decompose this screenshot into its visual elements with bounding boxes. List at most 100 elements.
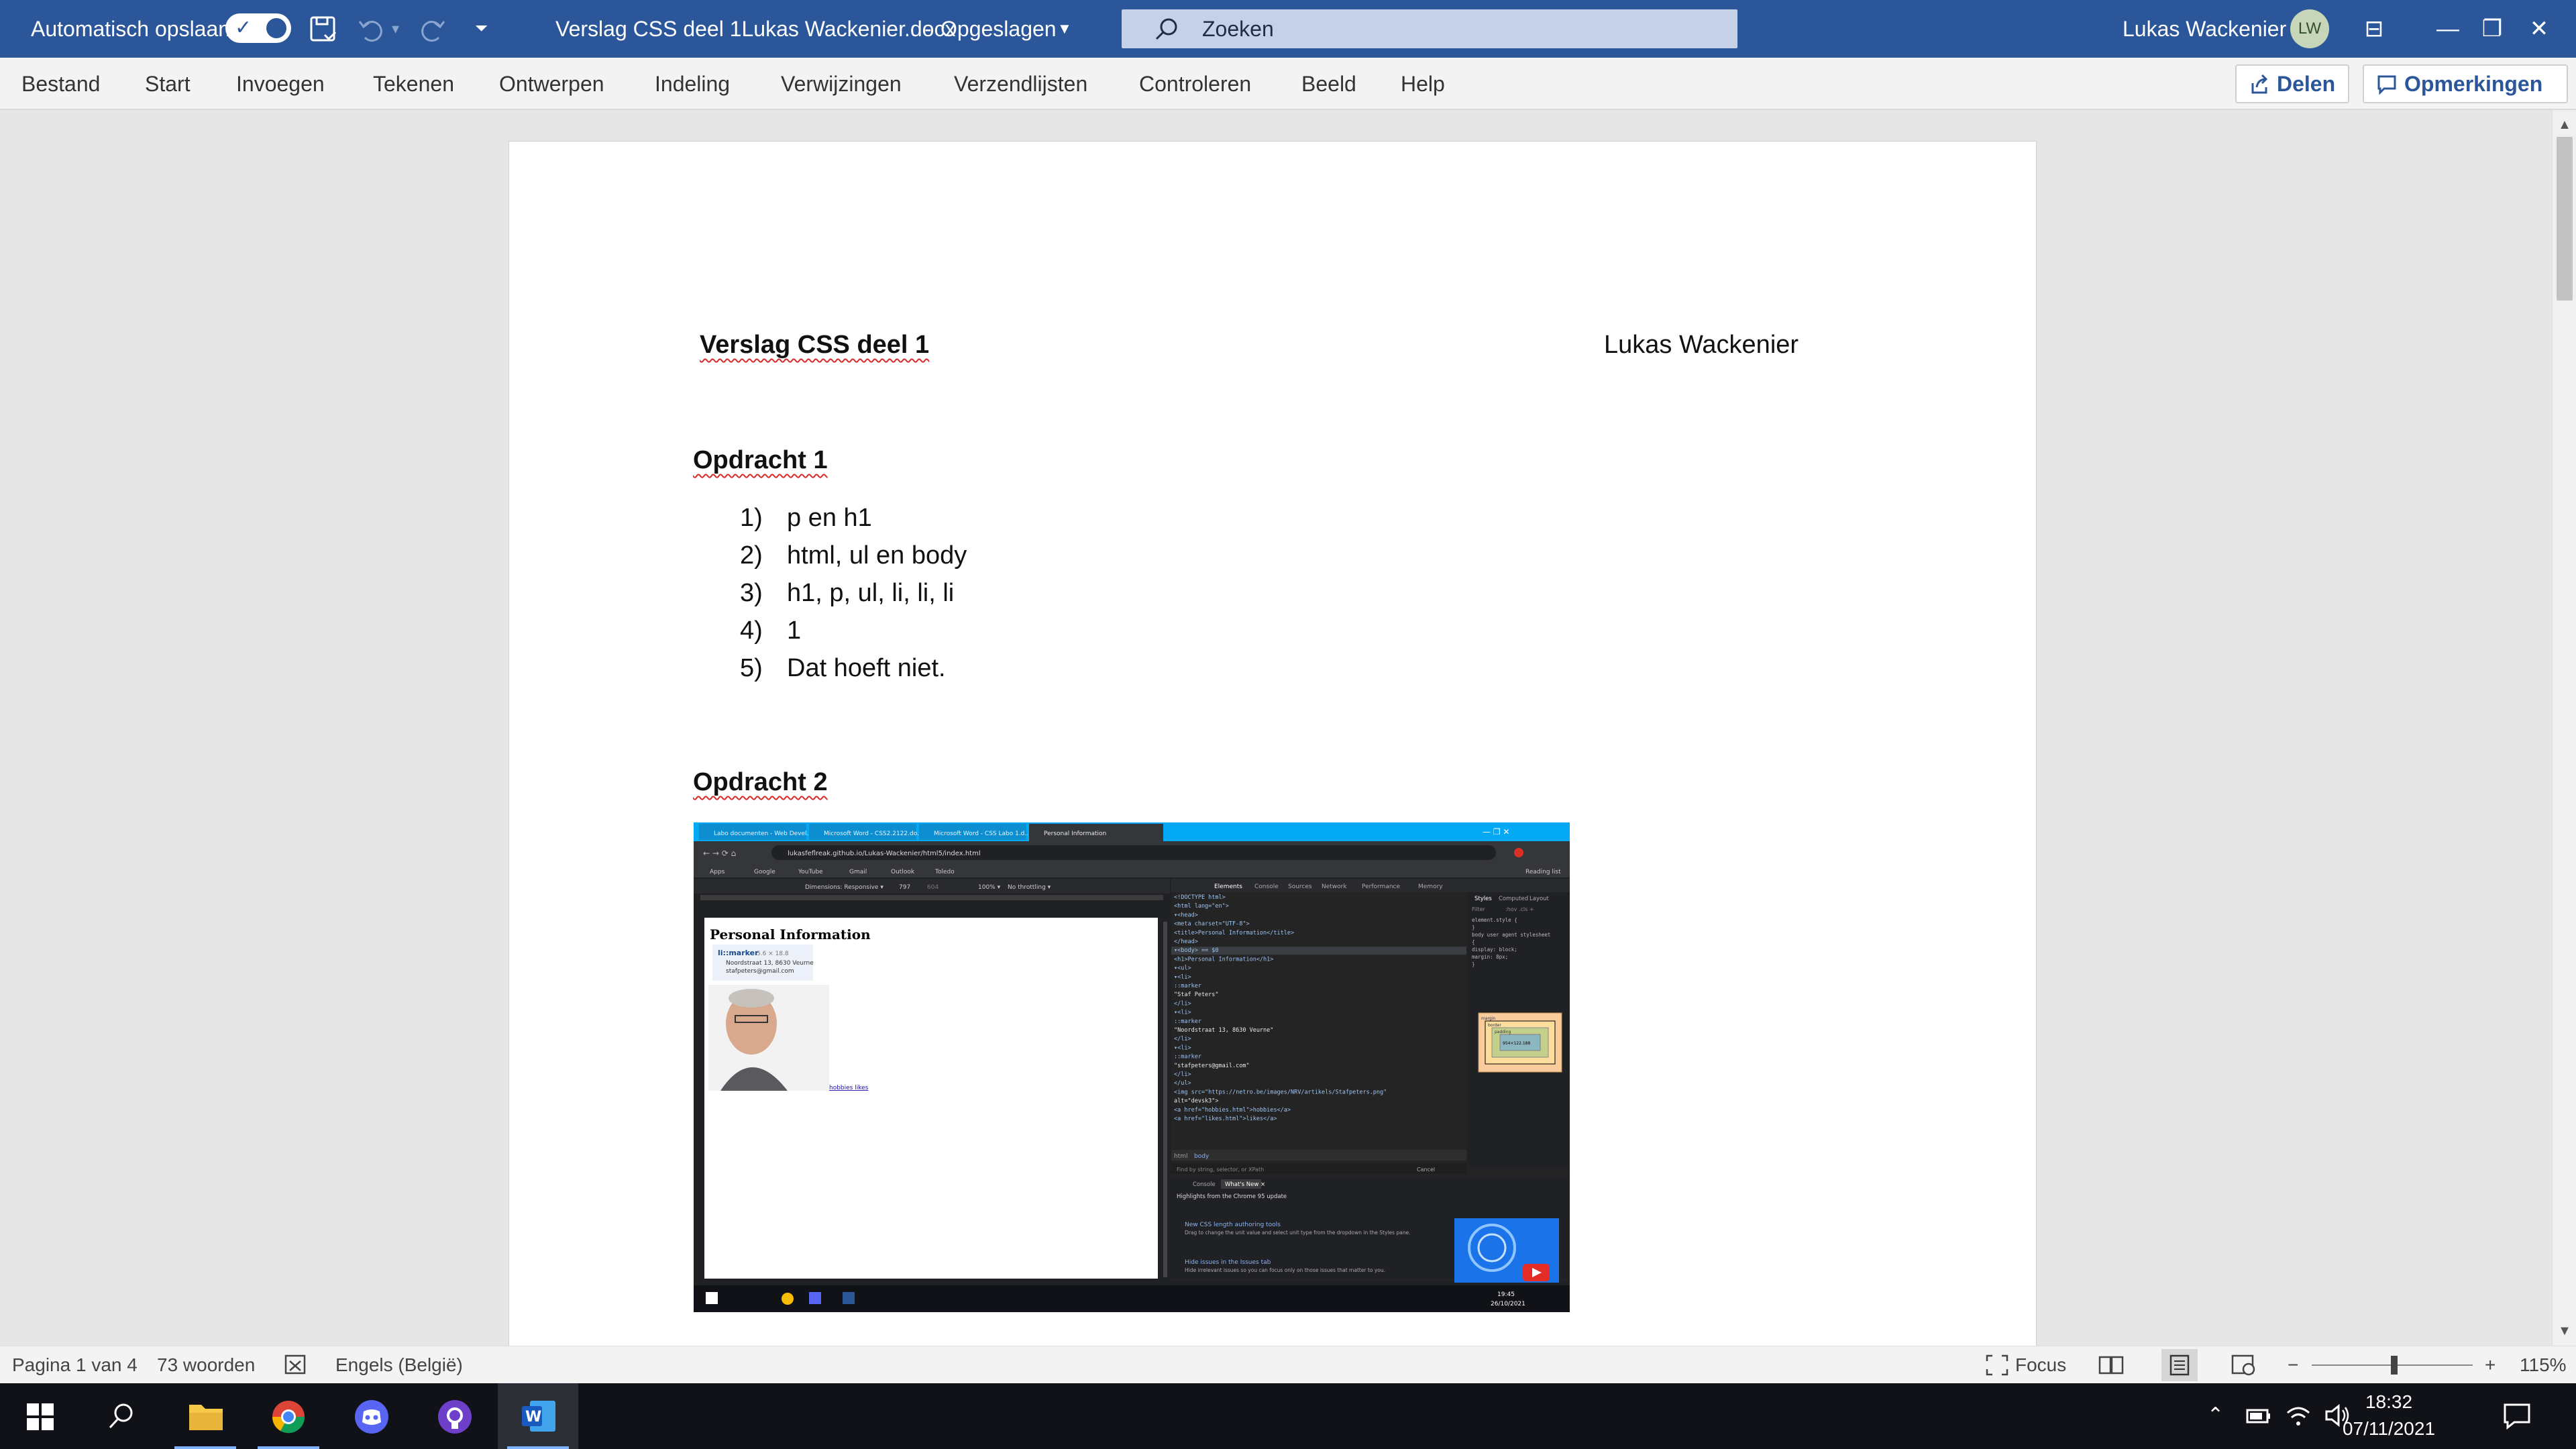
focus-button[interactable]: Focus [2015, 1346, 2066, 1384]
taskbar-word[interactable]: W [498, 1383, 578, 1449]
search-box[interactable]: Zoeken [1122, 9, 1737, 48]
svg-text:hobbies likes: hobbies likes [829, 1085, 869, 1091]
save-state-chevron-icon[interactable]: ▼ [1057, 0, 1072, 58]
svg-text:604: 604 [927, 884, 938, 891]
svg-text:padding: padding [1495, 1030, 1511, 1034]
code-line: ▾<li> [1174, 1044, 1191, 1051]
code-line: "Noordstraat 13, 8630 Veurne" [1174, 1027, 1273, 1034]
embedded-screenshot[interactable]: Labo documenten - Web Devel... Microsoft… [694, 822, 1570, 1312]
svg-text:YouTube: YouTube [798, 869, 823, 875]
scroll-down-icon[interactable]: ▼ [2553, 1319, 2576, 1343]
proofing-icon[interactable] [284, 1354, 307, 1376]
title-bar: Automatisch opslaan ✓ ▾ ⏷ Verslag CSS de… [0, 0, 2576, 58]
ribbon-display-options-icon[interactable]: ⊟ [2337, 0, 2411, 58]
focus-icon [1986, 1354, 2008, 1376]
svg-text:5.6 × 18.8: 5.6 × 18.8 [757, 951, 789, 957]
box-model-diagram: margin border padding 954×122.188 [1478, 1012, 1562, 1073]
notifications-icon[interactable] [2502, 1402, 2532, 1430]
tab-controleren[interactable]: Controleren [1139, 58, 1251, 110]
svg-text:Hide issues in the Issues tab: Hide issues in the Issues tab [1185, 1259, 1271, 1266]
code-line: ▾<body> == $0 [1174, 947, 1219, 954]
customize-quick-access-icon[interactable]: ⏷ [475, 0, 488, 58]
document-name: Verslag CSS deel 1Lukas Wackenier.docx [555, 17, 956, 41]
undo-icon[interactable] [356, 15, 385, 44]
svg-text:Dimensions: Responsive ▾: Dimensions: Responsive ▾ [805, 884, 883, 891]
system-clock[interactable]: 18:32 07/11/2021 [2332, 1389, 2446, 1442]
code-line: ::marker [1174, 983, 1201, 989]
undo-dropdown-icon[interactable]: ▾ [392, 0, 399, 58]
svg-text:Memory: Memory [1418, 883, 1443, 890]
share-button[interactable]: Delen [2235, 64, 2349, 103]
scroll-up-icon[interactable]: ▲ [2553, 113, 2576, 137]
svg-text:Gmail: Gmail [849, 869, 867, 875]
taskbar-search-button[interactable] [80, 1383, 161, 1449]
vertical-scrollbar[interactable]: ▲ ▼ [2552, 110, 2576, 1346]
start-button[interactable] [0, 1383, 80, 1449]
save-state[interactable]: Opgeslagen [941, 0, 1057, 58]
print-layout-button[interactable] [2161, 1349, 2198, 1381]
svg-text:Console: Console [1254, 883, 1279, 890]
svg-text:Google: Google [754, 869, 775, 875]
zoom-out-button[interactable]: − [2288, 1346, 2298, 1384]
video-thumbnail [1454, 1218, 1559, 1283]
portrait-photo [708, 985, 829, 1091]
user-name[interactable]: Lukas Wackenier [2123, 0, 2286, 58]
avatar[interactable]: LW [2290, 9, 2329, 48]
tab-tekenen[interactable]: Tekenen [373, 58, 454, 110]
read-mode-icon[interactable] [2098, 1354, 2124, 1376]
browser-tab-active: Personal Information [1029, 824, 1163, 841]
tab-ontwerpen[interactable]: Ontwerpen [499, 58, 604, 110]
zoom-level[interactable]: 115% [2520, 1346, 2567, 1384]
svg-text:html: html [1174, 1153, 1188, 1160]
style-rule-line: body user agent stylesheet [1472, 932, 1550, 938]
page-counter[interactable]: Pagina 1 van 4 [12, 1346, 138, 1384]
svg-text:Elements: Elements [1214, 883, 1242, 890]
extension-icon [1514, 848, 1523, 857]
redo-icon[interactable] [419, 15, 448, 44]
close-icon[interactable]: ✕ [2502, 0, 2576, 58]
taskbar-chrome[interactable] [248, 1383, 329, 1449]
code-line: ▾<li> [1174, 974, 1191, 981]
tab-indeling[interactable]: Indeling [655, 58, 730, 110]
browser-window-controls-icon: — ❐ ✕ [1483, 827, 1509, 837]
header-author: Lukas Wackenier [1604, 331, 1799, 359]
running-indicator [174, 1446, 236, 1449]
svg-text:New CSS length authoring tools: New CSS length authoring tools [1185, 1222, 1281, 1228]
wifi-icon[interactable] [2285, 1403, 2312, 1428]
ribbon-tabs: Bestand Start Invoegen Tekenen Ontwerpen… [0, 58, 2576, 110]
tab-beeld[interactable]: Beeld [1301, 58, 1356, 110]
comments-button[interactable]: Opmerkingen [2363, 64, 2568, 103]
tab-verwijzingen[interactable]: Verwijzingen [781, 58, 902, 110]
list-number: 5) [740, 654, 763, 682]
code-line: ::marker [1174, 1018, 1201, 1025]
tab-verzendlijsten[interactable]: Verzendlijsten [954, 58, 1087, 110]
autosave-toggle[interactable]: ✓ [225, 13, 291, 43]
folder-icon [189, 1405, 223, 1430]
section-title-opdracht-1: Opdracht 1 [693, 446, 828, 474]
save-icon[interactable] [309, 15, 338, 44]
browser-tab: Labo documenten - Web Devel... [699, 824, 812, 840]
tray-overflow-icon[interactable]: ⌃ [2207, 1403, 2224, 1427]
zoom-in-button[interactable]: + [2485, 1346, 2496, 1384]
running-indicator [258, 1446, 319, 1449]
section-title-opdracht-2: Opdracht 2 [693, 768, 828, 796]
language-indicator[interactable]: Engels (België) [335, 1346, 463, 1384]
zoom-slider-thumb[interactable] [2391, 1356, 2398, 1375]
style-rule-line: } [1472, 924, 1475, 930]
battery-icon[interactable] [2245, 1405, 2271, 1428]
web-layout-icon[interactable] [2231, 1354, 2257, 1376]
status-bar: Pagina 1 van 4 73 woorden Engels (België… [0, 1346, 2576, 1383]
taskbar-github[interactable] [415, 1383, 495, 1449]
scrollbar-thumb[interactable] [2557, 137, 2573, 301]
tab-invoegen[interactable]: Invoegen [236, 58, 325, 110]
tab-help[interactable]: Help [1401, 58, 1445, 110]
word-count[interactable]: 73 woorden [157, 1346, 255, 1384]
tab-bestand[interactable]: Bestand [21, 58, 100, 110]
svg-text:margin: margin [1481, 1016, 1495, 1021]
tab-start[interactable]: Start [145, 58, 191, 110]
svg-text::hov .cls +: :hov .cls + [1505, 906, 1534, 912]
toggle-knob [266, 18, 286, 38]
taskbar-discord[interactable] [331, 1383, 412, 1449]
code-line: </li> [1174, 1071, 1191, 1078]
taskbar-file-explorer[interactable] [165, 1383, 246, 1449]
